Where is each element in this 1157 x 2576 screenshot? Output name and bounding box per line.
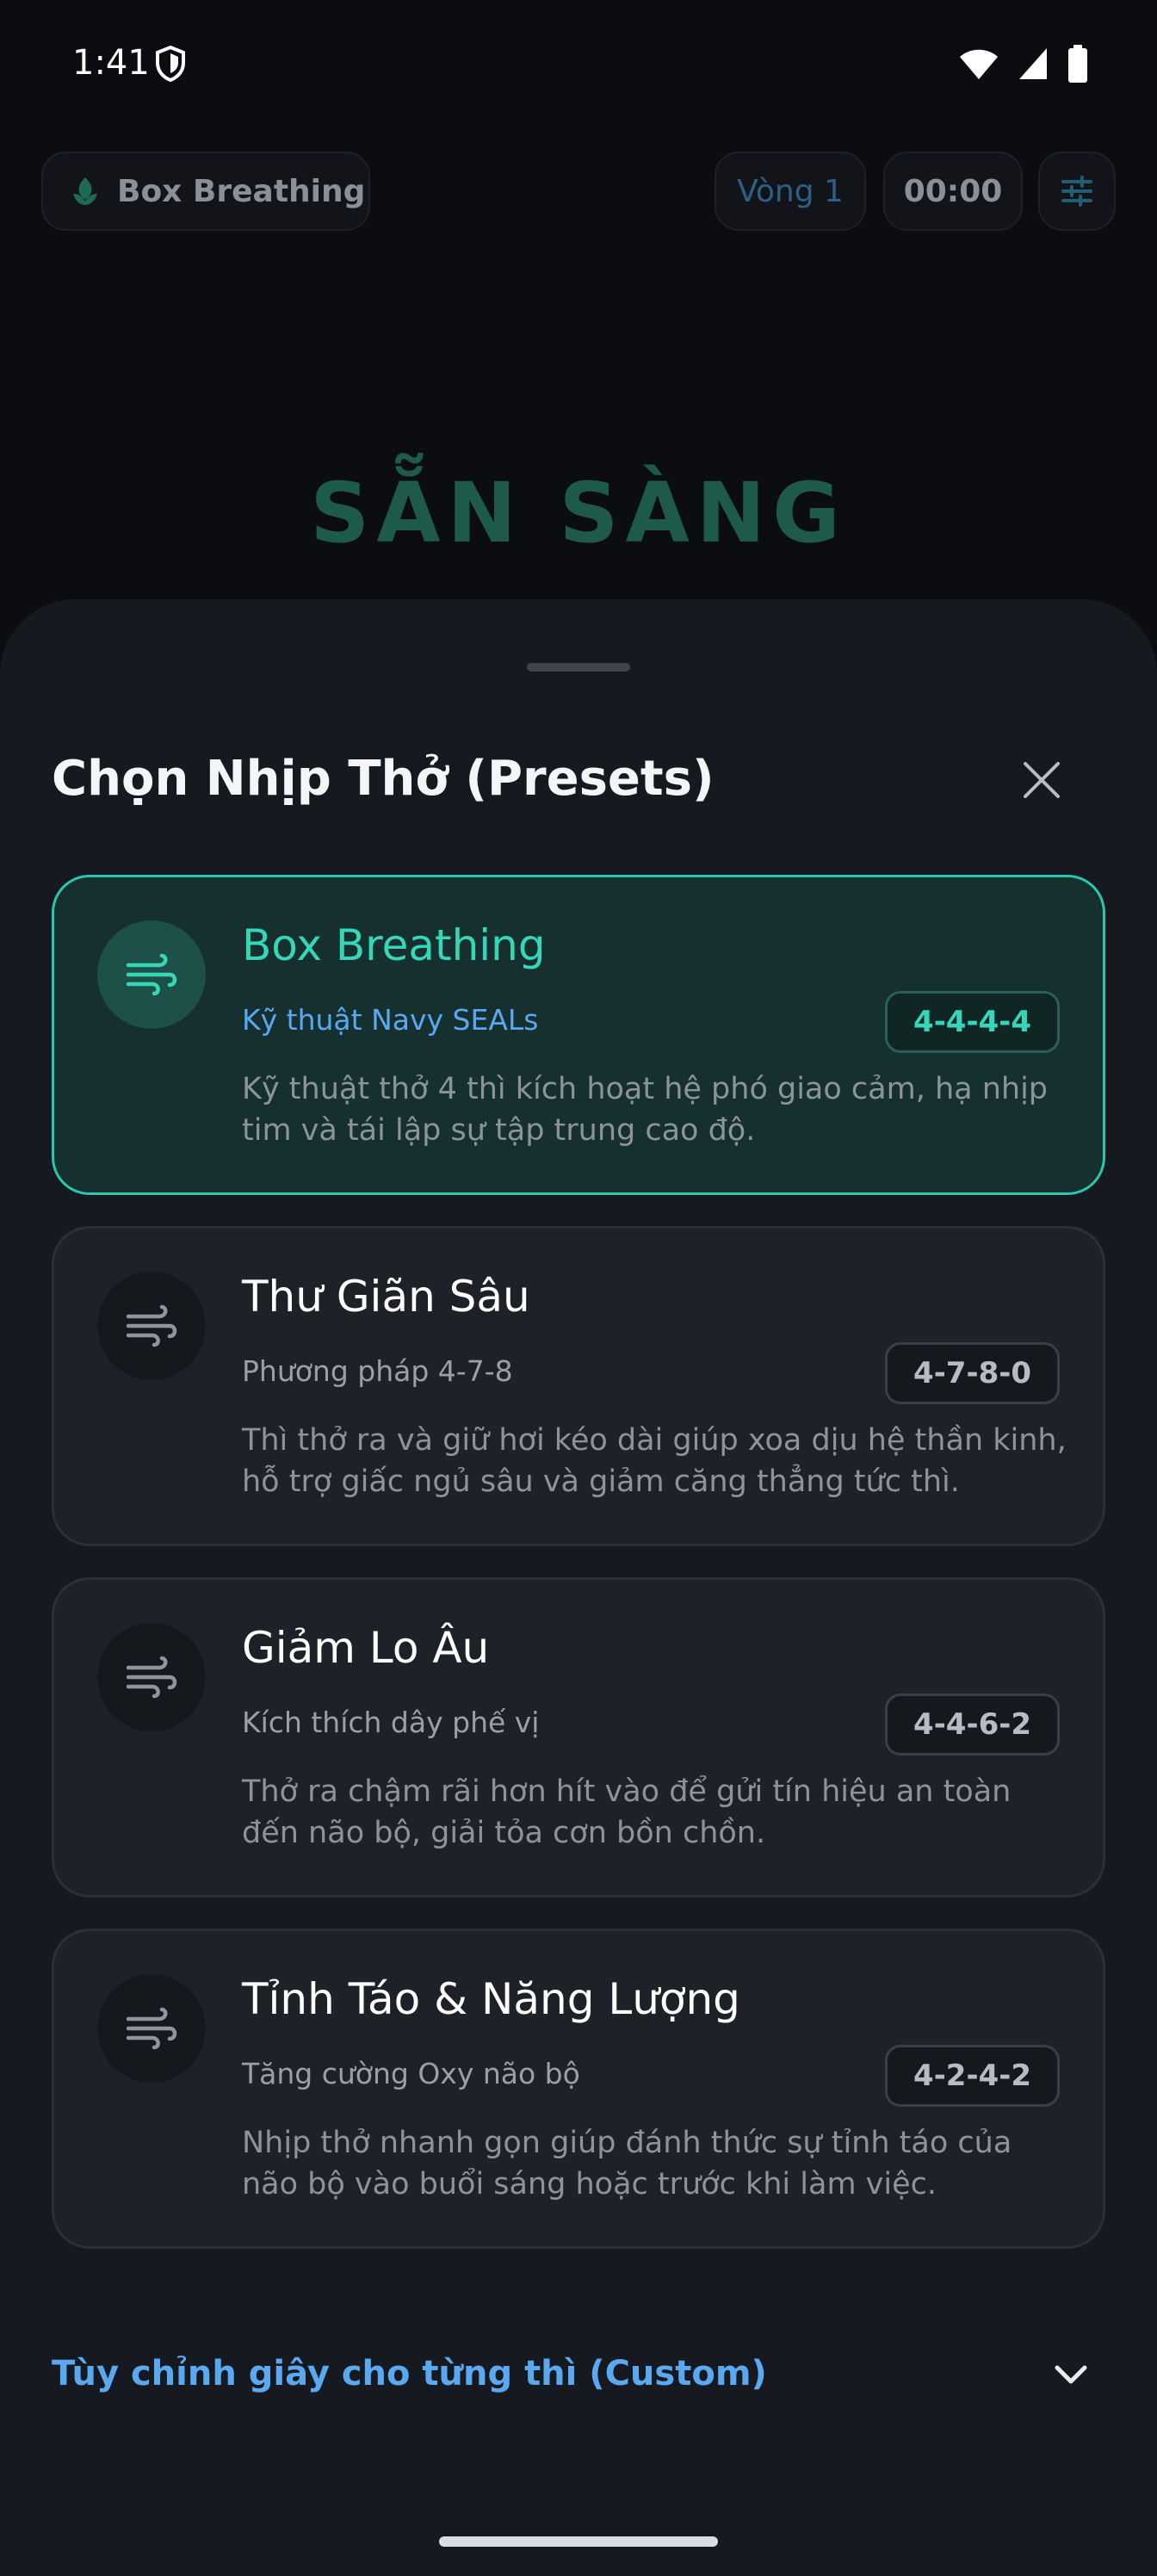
round-chip: Vòng 1 [715, 152, 866, 231]
preset-name: Thư Giãn Sâu [242, 1272, 530, 1322]
preset-pattern-badge: 4-4-4-4 [885, 991, 1060, 1053]
preset-icon [97, 1272, 206, 1380]
preset-icon [97, 1623, 206, 1731]
battery-icon [1068, 45, 1087, 83]
preset-icon [97, 1974, 206, 2083]
status-time: 1:41 [72, 43, 150, 83]
preset-pattern-badge: 4-2-4-2 [885, 2045, 1060, 2107]
close-icon [1024, 762, 1060, 798]
signal-icon [1019, 48, 1047, 79]
preset-description: Kỹ thuật thở 4 thì kích hoạt hệ phó giao… [242, 1072, 1049, 1148]
preset-card-alert-energy[interactable]: Tỉnh Táo & Năng Lượng Tăng cường Oxy não… [52, 1929, 1105, 2249]
drag-handle[interactable] [527, 663, 630, 672]
wind-icon [126, 953, 177, 996]
preset-description: Thì thở ra và giữ hơi kéo dài giúp xoa d… [242, 1423, 1067, 1499]
status-bar: 1:41 [0, 0, 1157, 129]
home-indicator[interactable] [439, 2536, 718, 2547]
status-icons [959, 45, 1088, 83]
preset-icon [97, 920, 206, 1029]
settings-button[interactable] [1038, 152, 1116, 231]
preset-name: Tỉnh Táo & Năng Lượng [242, 1974, 740, 2024]
mode-chip[interactable]: Box Breathing [41, 152, 370, 231]
preset-description: Nhịp thở nhanh gọn giúp đánh thức sự tỉn… [242, 2126, 1012, 2201]
custom-timing-label: Tùy chỉnh giây cho từng thì (Custom) [52, 2354, 767, 2393]
preset-subtitle: Kích thích dây phế vị [242, 1706, 540, 1739]
leaf-icon [73, 177, 97, 205]
wind-icon [126, 2007, 177, 2050]
timer-chip-label: 00:00 [903, 173, 1003, 209]
shield-icon [156, 45, 185, 83]
preset-pattern-badge: 4-4-6-2 [885, 1694, 1060, 1756]
screen: Box Breathing Vòng 1 00:00 SẴN SÀNG 1:41 [0, 0, 1157, 2576]
wind-icon [126, 1304, 177, 1347]
presets-bottom-sheet: Chọn Nhịp Thở (Presets) Box Breathing Kỹ… [0, 599, 1157, 2576]
preset-description: Thở ra chậm rãi hơn hít vào để gửi tín h… [242, 1774, 1012, 1850]
preset-card-deep-relax[interactable]: Thư Giãn Sâu Phương pháp 4-7-8 4-7-8-0 T… [52, 1226, 1105, 1546]
wifi-icon [960, 49, 998, 79]
sheet-title: Chọn Nhịp Thở (Presets) [52, 751, 715, 807]
ready-title: SẴN SÀNG [310, 465, 847, 561]
preset-name: Giảm Lo Âu [242, 1623, 490, 1673]
wind-icon [126, 1656, 177, 1699]
preset-card-box-breathing[interactable]: Box Breathing Kỹ thuật Navy SEALs 4-4-4-… [52, 875, 1105, 1195]
preset-subtitle: Kỹ thuật Navy SEALs [242, 1003, 539, 1037]
close-button[interactable] [1016, 754, 1067, 806]
mode-chip-label: Box Breathing [117, 173, 366, 209]
round-chip-label: Vòng 1 [737, 173, 844, 209]
chevron-down-icon [1055, 2365, 1087, 2384]
preset-subtitle: Tăng cường Oxy não bộ [242, 2057, 580, 2090]
timer-chip: 00:00 [883, 152, 1023, 231]
custom-timing-toggle[interactable]: Tùy chỉnh giây cho từng thì (Custom) [52, 2347, 1105, 2407]
sliders-icon [1061, 176, 1092, 207]
preset-pattern-badge: 4-7-8-0 [885, 1342, 1060, 1404]
preset-card-reduce-anxiety[interactable]: Giảm Lo Âu Kích thích dây phế vị 4-4-6-2… [52, 1577, 1105, 1898]
preset-subtitle: Phương pháp 4-7-8 [242, 1354, 513, 1388]
preset-name: Box Breathing [242, 920, 546, 970]
